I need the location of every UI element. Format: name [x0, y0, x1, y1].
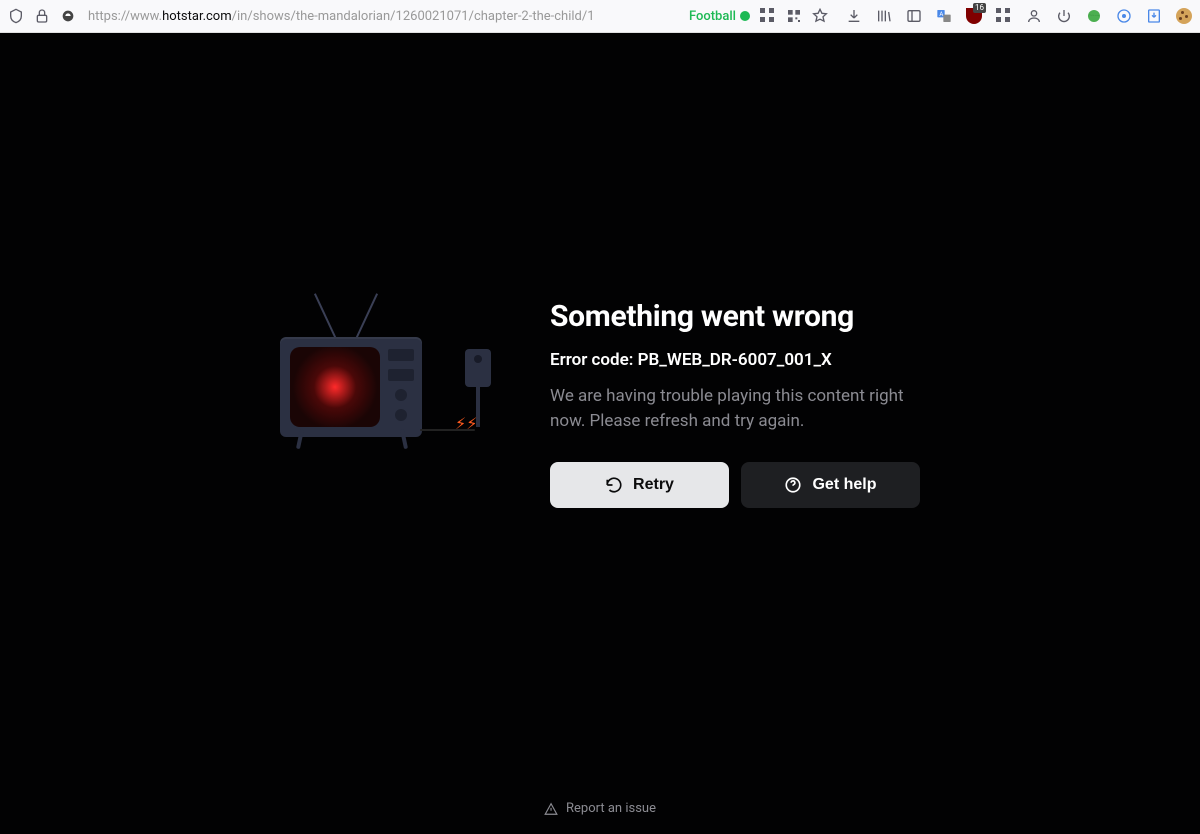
page-content: ⚡︎⚡︎ Something went wrong Error code: PB… [0, 33, 1200, 834]
error-container: ⚡︎⚡︎ Something went wrong Error code: PB… [280, 299, 920, 507]
power-icon[interactable] [1056, 8, 1072, 24]
apps-grid-icon[interactable] [996, 8, 1012, 24]
account-icon[interactable] [1026, 8, 1042, 24]
retry-button[interactable]: Retry [550, 462, 729, 508]
spark-icon: ⚡︎⚡︎ [455, 414, 477, 433]
football-label: Football [689, 9, 736, 24]
qr-extension-icon[interactable] [786, 8, 802, 24]
warning-icon [544, 802, 558, 816]
downloads-icon[interactable] [846, 8, 862, 24]
get-help-button[interactable]: Get help [741, 462, 920, 508]
svg-text:A: A [939, 11, 943, 18]
green-dot-icon [740, 11, 750, 21]
retry-label: Retry [633, 476, 674, 494]
browser-toolbar: https://www.hotstar.com/in/shows/the-man… [0, 0, 1200, 33]
error-message: We are having trouble playing this conte… [550, 384, 920, 433]
help-icon [784, 476, 802, 494]
globe-extension-icon[interactable] [1086, 8, 1102, 24]
toolbar-right-group: A 16 [846, 8, 1192, 24]
url-path: /in/shows/the-mandalorian/1260021071/cha… [232, 9, 595, 24]
url-prefix: https://www. [88, 9, 162, 24]
help-label: Get help [812, 476, 876, 494]
ublock-badge: 16 [973, 3, 986, 13]
cookie-extension-icon[interactable] [1176, 8, 1192, 24]
shield-icon[interactable] [8, 8, 24, 24]
grid-extension-icon[interactable] [760, 8, 776, 24]
site-permissions-icon[interactable] [60, 8, 76, 24]
ublock-icon[interactable]: 16 [966, 8, 982, 24]
lock-icon[interactable] [34, 8, 50, 24]
url-bar[interactable]: https://www.hotstar.com/in/shows/the-man… [86, 9, 679, 24]
settings-gear-icon[interactable] [1116, 8, 1132, 24]
url-domain: hotstar.com [162, 9, 232, 24]
bookmark-star-icon[interactable] [812, 8, 828, 24]
sidebar-panel-icon[interactable] [906, 8, 922, 24]
translate-icon[interactable]: A [936, 8, 952, 24]
football-tag[interactable]: Football [689, 9, 750, 24]
save-page-icon[interactable] [1146, 8, 1162, 24]
error-code: Error code: PB_WEB_DR-6007_001_X [550, 350, 920, 370]
error-text-block: Something went wrong Error code: PB_WEB_… [550, 299, 920, 507]
button-row: Retry Get help [550, 462, 920, 508]
report-issue-label: Report an issue [566, 801, 656, 816]
error-title: Something went wrong [550, 299, 920, 334]
report-issue-link[interactable]: Report an issue [544, 801, 656, 816]
broken-tv-illustration: ⚡︎⚡︎ [280, 319, 500, 489]
library-icon[interactable] [876, 8, 892, 24]
refresh-icon [605, 476, 623, 494]
